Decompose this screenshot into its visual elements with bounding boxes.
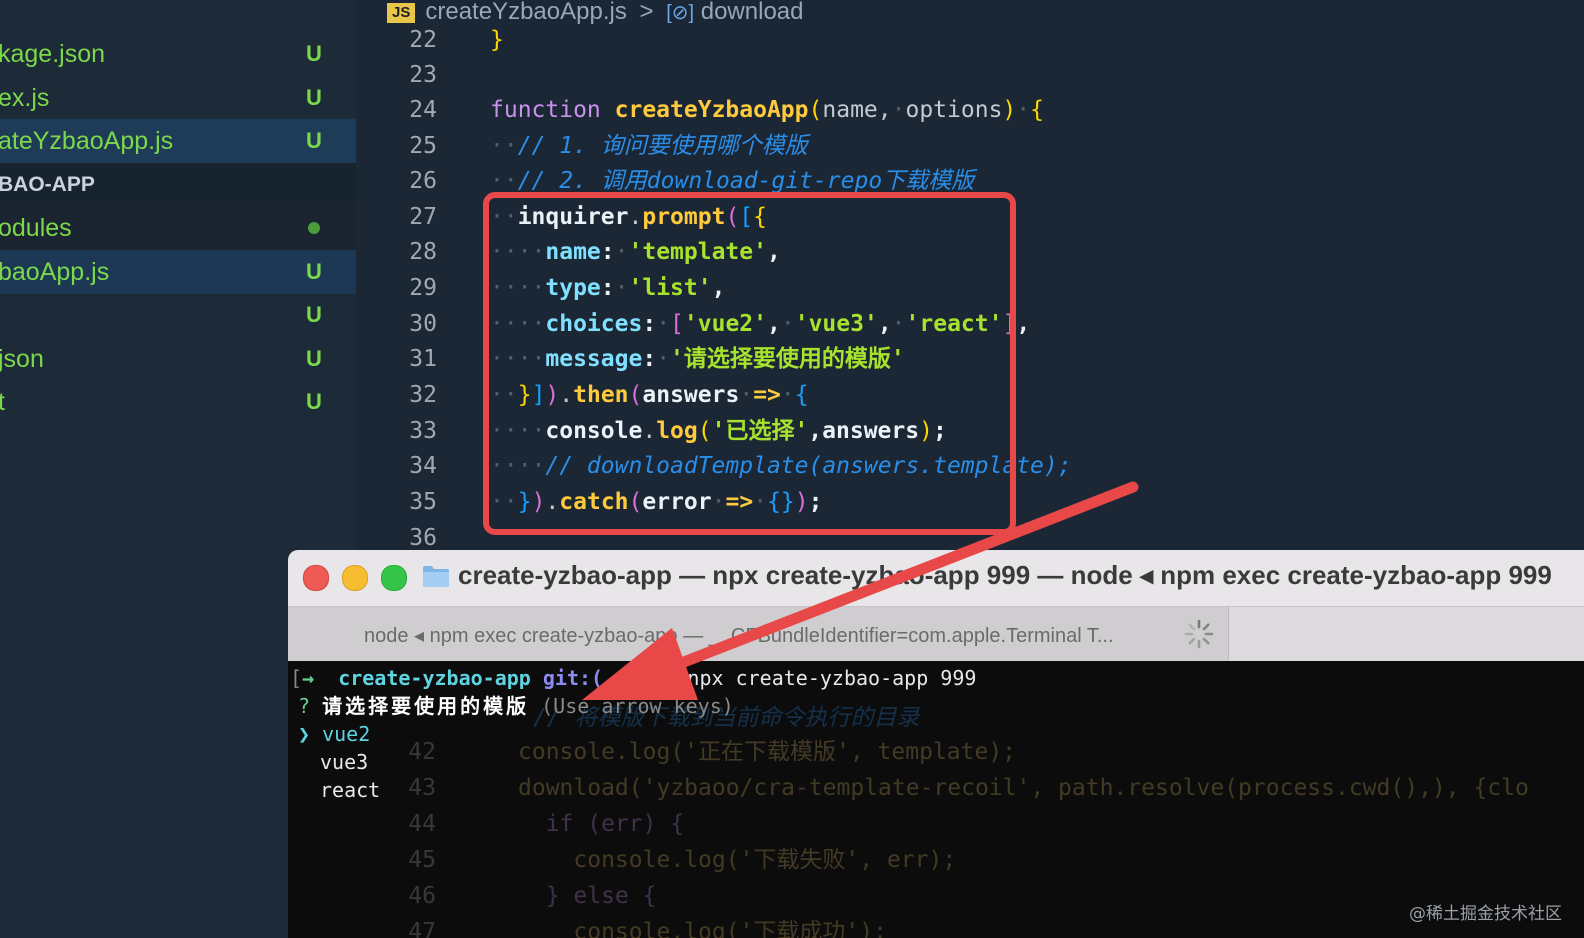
file-name: ex.js (0, 84, 50, 112)
terminal-option-selected[interactable]: ❯ vue2 (298, 720, 370, 748)
folder-name: BAO-APP (0, 173, 95, 196)
terminal-option[interactable]: react (320, 776, 380, 804)
close-button[interactable] (303, 565, 329, 591)
zoom-button[interactable] (381, 565, 407, 591)
folder-header[interactable]: BAO-APP (0, 163, 356, 207)
file-name: baoApp.js (0, 258, 110, 286)
terminal-output[interactable]: // 将模版下载到当前命令执行的目录 42 console.log('正在下载模版… (288, 660, 1584, 938)
spinner-icon (1184, 619, 1214, 649)
code-line: 24 function createYzbaoApp(name,·options)… (409, 97, 1044, 123)
symbol-icon: [⊘] (666, 2, 695, 24)
file-name: t (0, 388, 5, 416)
git-status-badge: U (306, 85, 322, 110)
terminal-question: ? 请选择要使用的模版 (Use arrow keys) (298, 694, 734, 718)
code-line: 23 (409, 62, 437, 88)
code-line: 22} (409, 27, 504, 53)
file-item[interactable]: t U (0, 380, 356, 424)
folder-item-node-modules[interactable]: odules (0, 206, 356, 250)
terminal-tabbar: node ◂ npm exec create-yzbao-app — __CFB… (288, 606, 1584, 661)
git-status-badge: U (306, 41, 322, 66)
terminal-title: create-yzbao-app — npx create-yzbao-app … (458, 560, 1552, 590)
terminal-command-line: [→ create-yzbao-app git:( ✗ npx create-y… (290, 666, 977, 690)
file-item-json[interactable]: json U (0, 337, 356, 381)
modified-dot-icon (308, 222, 320, 234)
folder-name: odules (0, 214, 72, 242)
git-status-badge: U (306, 128, 322, 153)
file-item-yzbaoapp-js[interactable]: baoApp.js U (0, 250, 356, 294)
file-name: kage.json (0, 40, 106, 68)
file-item-package-json[interactable]: kage.json U (0, 32, 356, 76)
terminal-titlebar[interactable]: create-yzbao-app — npx create-yzbao-app … (288, 550, 1584, 606)
terminal-tab[interactable]: node ◂ npm exec create-yzbao-app — __CFB… (288, 607, 1229, 661)
file-item[interactable]: U (0, 293, 356, 337)
file-name: json (0, 345, 44, 373)
terminal-window[interactable]: create-yzbao-app — npx create-yzbao-app … (288, 550, 1584, 938)
git-status-badge: U (306, 302, 322, 327)
file-name: ateYzbaoApp.js (0, 127, 174, 155)
git-status-badge: U (306, 389, 322, 414)
tab-label: node ◂ npm exec create-yzbao-app — __CFB… (364, 625, 1114, 647)
file-item-index-js[interactable]: ex.js U (0, 76, 356, 120)
code-line: 25 ··// 1. 询问要使用哪个模版 (409, 133, 808, 159)
file-item-createyzbaoapp-js[interactable]: ateYzbaoApp.js U (0, 119, 356, 163)
git-status-badge: U (306, 259, 322, 284)
terminal-option[interactable]: vue3 (320, 748, 368, 776)
js-file-icon: JS (387, 2, 416, 23)
minimize-button[interactable] (342, 565, 368, 591)
watermark: @稀土掘金技术社区 (1409, 904, 1562, 924)
folder-icon (423, 566, 449, 587)
highlight-annotation-box (483, 192, 1016, 535)
git-status-badge: U (306, 346, 322, 371)
